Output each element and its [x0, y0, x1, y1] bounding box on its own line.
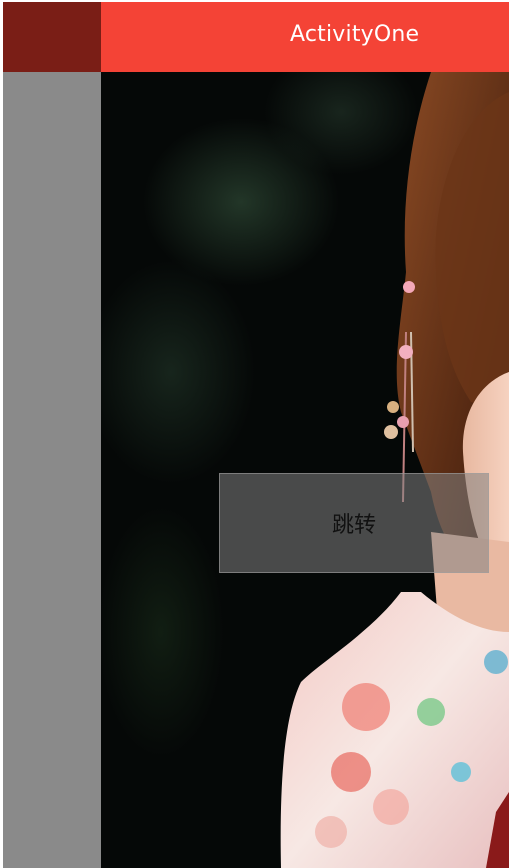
jump-button-label: 跳转 [331, 513, 376, 538]
background-photo [280, 72, 509, 868]
action-bar: ActivityOne [101, 2, 509, 72]
app-screen: ActivityOne 跳转 [0, 0, 513, 868]
right-edge [509, 0, 513, 868]
content-area: 跳转 [101, 72, 509, 868]
left-strip-panel [3, 72, 101, 868]
jump-button[interactable]: 跳转 [219, 473, 489, 573]
action-bar-title: ActivityOne [290, 22, 420, 47]
left-strip-header [3, 2, 101, 72]
